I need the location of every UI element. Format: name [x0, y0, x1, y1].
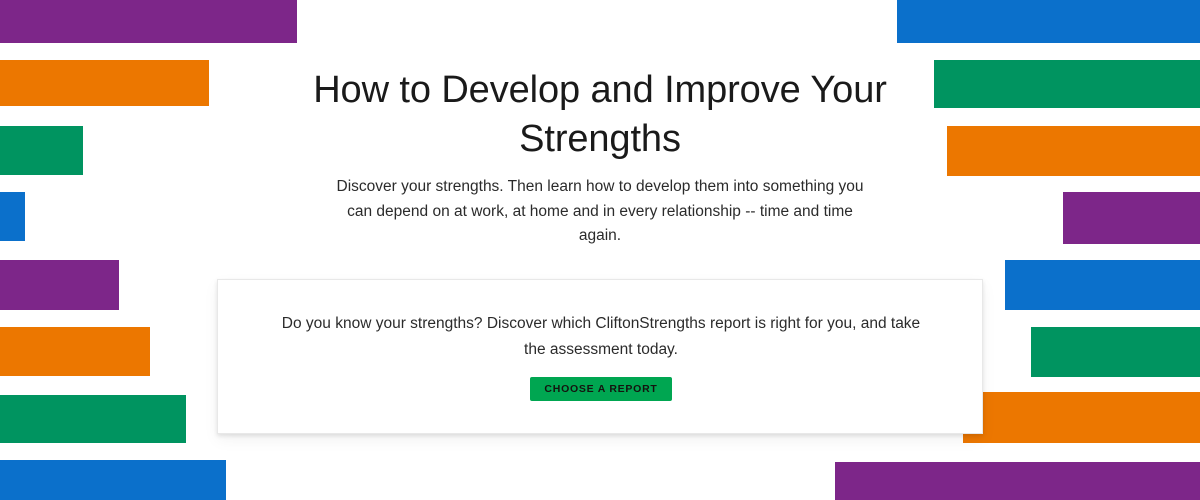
- left-bar-blue-1: [0, 192, 25, 241]
- left-bar-green-2: [0, 395, 186, 443]
- right-bar-orange-1: [947, 126, 1200, 176]
- left-bar-green-1: [0, 126, 83, 175]
- choose-a-report-button[interactable]: CHOOSE A REPORT: [530, 377, 672, 401]
- callout-cta-wrap: CHOOSE A REPORT: [218, 377, 984, 401]
- left-bar-orange-2: [0, 327, 150, 376]
- left-bar-orange-1: [0, 60, 209, 106]
- right-bar-purple-1: [1063, 192, 1200, 244]
- left-bar-purple-2: [0, 260, 119, 310]
- right-bar-purple-2: [835, 462, 1200, 500]
- page-root: How to Develop and Improve Your Strength…: [0, 0, 1200, 500]
- right-bar-blue-2: [1005, 260, 1200, 310]
- right-bar-green-1: [934, 60, 1200, 108]
- callout-card: Do you know your strengths? Discover whi…: [217, 279, 983, 434]
- left-bar-blue-2: [0, 460, 226, 500]
- right-bar-blue-1: [897, 0, 1200, 43]
- page-title: How to Develop and Improve Your Strength…: [313, 69, 887, 160]
- page-subtitle: Discover your strengths. Then learn how …: [336, 178, 864, 244]
- right-bar-orange-2: [963, 392, 1200, 443]
- left-bar-purple-1: [0, 0, 297, 43]
- right-bar-green-2: [1031, 327, 1200, 377]
- callout-text: Do you know your strengths? Discover whi…: [281, 315, 921, 358]
